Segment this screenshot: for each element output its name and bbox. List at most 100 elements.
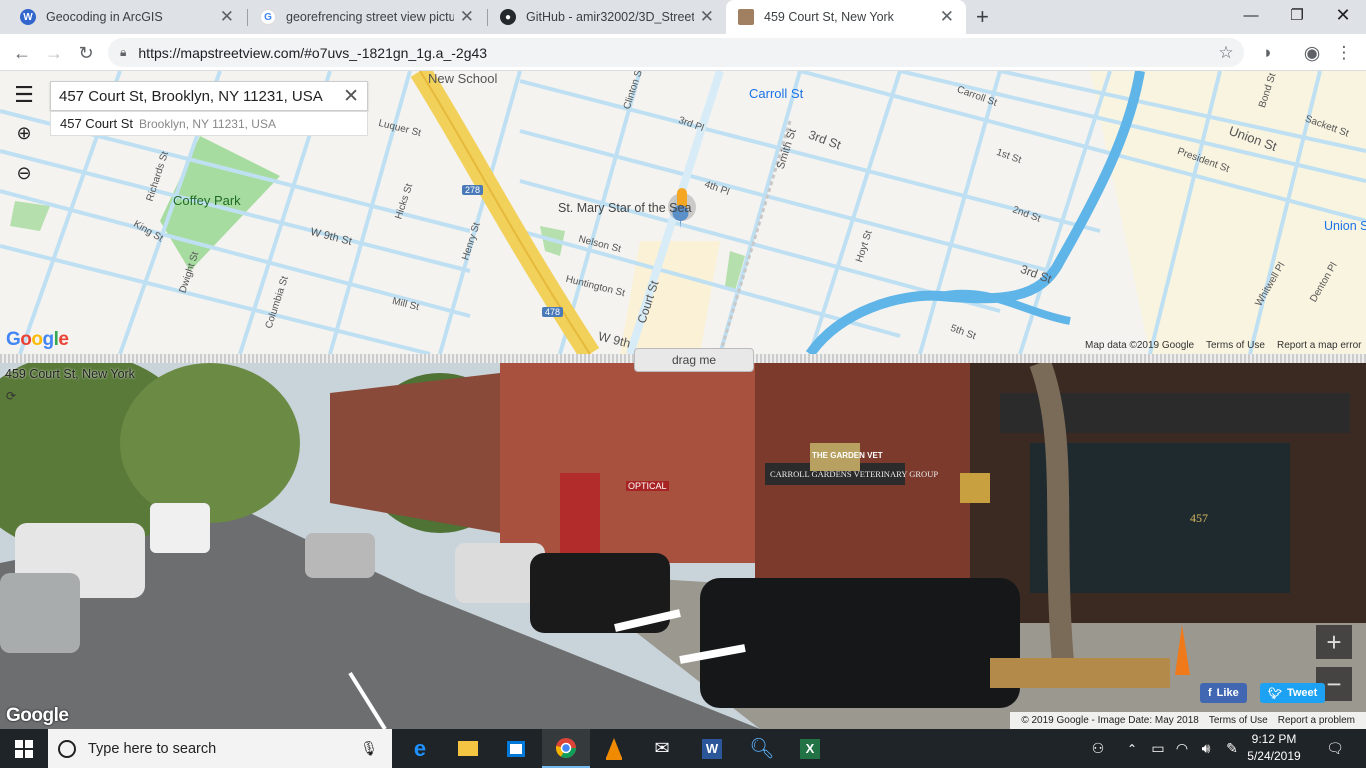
taskbar-search-box[interactable]: Type here to search 🎙︎ [48,729,392,768]
map-terms-link[interactable]: Terms of Use [1206,340,1265,351]
map-data-credit: Map data ©2019 Google [1085,340,1195,351]
report-problem-link[interactable]: Report a problem [1278,715,1355,726]
battery-icon[interactable]: ▭ [1146,729,1170,768]
store-icon[interactable] [492,729,540,768]
map-label: New School [428,71,498,86]
zoom-in-icon[interactable]: ⊕ [10,119,38,147]
address-search-input[interactable]: 457 Court St, Brooklyn, NY 11231, USA ✕ [50,81,368,111]
map-label: Carroll St [749,86,804,101]
highway-shield: 278 [462,185,484,195]
excel-icon[interactable]: X [786,729,834,768]
edge-icon[interactable]: e [396,729,444,768]
tab-geocoding[interactable]: W Geocoding in ArcGIS ✕ [8,0,246,34]
clear-search-icon[interactable]: ✕ [343,85,359,108]
drag-me-handle[interactable]: drag me [634,348,754,372]
wifi-icon[interactable]: ◠ [1170,729,1194,768]
gowanus-canal [805,71,1145,354]
tweet-label: Tweet [1286,687,1318,699]
vet-band-sign: CARROLL GARDENS VETERINARY GROUP [770,469,939,479]
search-suggestion[interactable]: 457 Court St Brooklyn, NY 11231, USA [50,111,368,136]
facebook-like-button[interactable]: f Like [1200,683,1247,703]
people-icon[interactable]: ⚇ [1084,729,1112,768]
optical-sign: OPTICAL [626,481,669,491]
close-tab-icon[interactable]: ✕ [460,7,474,27]
highway-shield: 478 [542,307,564,317]
minimize-button[interactable]: — [1228,0,1274,30]
maximize-button[interactable]: ❐ [1274,0,1320,30]
magnifier-icon[interactable]: 🔍︎ [738,729,786,768]
storefront-number: 457 [1190,511,1208,525]
tab-github[interactable]: ● GitHub - amir32002/3D_Street_V ✕ [488,0,726,34]
suggestion-main: 457 Court St [60,116,133,131]
search-placeholder: Type here to search [88,740,217,757]
streetview-google-logo: Google [6,705,69,726]
close-tab-icon[interactable]: ✕ [700,7,714,27]
wikipedia-icon: W [20,9,36,25]
google-icon: G [260,9,276,25]
tab-title: Geocoding in ArcGIS [46,10,163,24]
streetview-terms-link[interactable]: Terms of Use [1209,715,1268,726]
new-tab-button[interactable]: + [976,4,989,30]
lock-icon: 🔒︎ [120,45,127,59]
map-label: Coffey Park [173,193,241,208]
volume-icon[interactable]: 🔊︎ [1194,729,1218,768]
vet-sign: THE GARDEN VET [812,451,883,460]
mail-icon[interactable]: ✉ [638,729,686,768]
browser-tab-strip: W Geocoding in ArcGIS ✕ G georefrencing … [0,0,1366,34]
microphone-icon[interactable]: 🎙︎ [360,740,378,757]
clock-date: 5/24/2019 [1247,749,1301,763]
google-logo: Google [6,329,69,350]
map-panel[interactable]: New School Carroll St Coffey Park St. Ma… [0,71,1366,354]
reload-button[interactable]: ↻ [72,39,100,67]
suggestion-secondary: Brooklyn, NY 11231, USA [139,116,276,131]
browser-toolbar: ← → ↻ 🔒︎ https://mapstreetview.com/#o7uv… [0,34,1366,71]
report-map-error-link[interactable]: Report a map error [1277,340,1361,351]
address-bar[interactable]: 🔒︎ https://mapstreetview.com/#o7uvs_-182… [108,38,1244,67]
close-window-button[interactable]: ✕ [1320,0,1366,30]
windows-taskbar: Type here to search 🎙︎ e ✉ W 🔍︎ X ⚇ ⌃ ▭ … [0,729,1366,768]
profile-icon[interactable]: ◉ [1298,39,1326,67]
extension-icon[interactable]: ◗ [1254,39,1282,67]
streetview-panel[interactable]: 459 Court St, New York ⟳ THE GARDEN VET … [0,363,1366,729]
windows-logo-icon [15,739,33,758]
close-tab-icon[interactable]: ✕ [940,7,954,27]
forward-button[interactable]: → [40,39,68,67]
streetview-zoom-in-button[interactable]: + [1316,625,1352,659]
notification-icon[interactable]: 🗨︎ [1320,729,1350,768]
streetview-image [0,363,1366,729]
map-label: St. Mary Star of the Sea [558,201,692,215]
tab-georeferencing[interactable]: G georefrencing street view picture ✕ [248,0,486,34]
taskbar-clock[interactable]: 9:12 PM 5/24/2019 [1242,731,1306,765]
tab-streetview[interactable]: 459 Court St, New York ✕ [726,0,966,34]
show-hidden-icons-chevron[interactable]: ⌃ [1120,729,1144,768]
back-button[interactable]: ← [8,39,36,67]
zoom-out-icon[interactable]: ⊖ [10,159,38,187]
cortana-icon [58,739,76,758]
chrome-icon[interactable] [542,729,590,768]
url-text: https://mapstreetview.com/#o7uvs_-1821gn… [138,44,488,61]
map-label: Union S [1324,219,1366,233]
imagery-copyright: © 2019 Google - Image Date: May 2018 [1021,715,1199,726]
bookmark-star-icon[interactable]: ☆ [1212,39,1240,67]
twitter-icon: 🐦︎ [1268,687,1282,700]
streetview-icon [738,9,754,25]
like-label: Like [1216,687,1239,699]
pen-icon[interactable]: ✎ [1220,729,1244,768]
tab-title: georefrencing street view picture [286,10,454,24]
menu-dots-icon[interactable]: ⋮ [1330,39,1358,67]
search-value: 457 Court St, Brooklyn, NY 11231, USA [59,87,323,105]
hamburger-menu-icon[interactable]: ☰ [10,81,38,109]
start-button[interactable] [0,729,48,768]
word-icon[interactable]: W [688,729,736,768]
streetview-address: 459 Court St, New York [5,367,135,381]
tweet-button[interactable]: 🐦︎ Tweet [1260,683,1326,703]
file-explorer-icon[interactable] [444,729,492,768]
rotate-icon[interactable]: ⟳ [6,389,16,403]
close-tab-icon[interactable]: ✕ [220,7,234,27]
streetview-footer: © 2019 Google - Image Date: May 2018 Ter… [1010,712,1366,729]
tab-title: 459 Court St, New York [764,10,894,24]
vlc-icon[interactable] [590,729,638,768]
tab-title: GitHub - amir32002/3D_Street_V [526,10,694,24]
github-icon: ● [500,9,516,25]
clock-time: 9:12 PM [1251,732,1297,746]
